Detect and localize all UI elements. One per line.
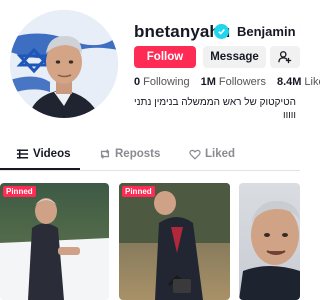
bio-line: ווווו	[283, 110, 296, 121]
video-thumbnail-image	[239, 201, 300, 300]
message-button[interactable]: Message	[203, 46, 266, 68]
add-user-icon	[278, 51, 292, 64]
following-count: 0	[134, 76, 141, 88]
tab-reposts[interactable]: Reposts	[99, 148, 160, 160]
followers-label[interactable]: Followers	[219, 76, 266, 88]
tab-label: Videos	[33, 148, 71, 160]
likes-count: 8.4M	[276, 76, 302, 88]
pinned-badge: Pinned	[3, 186, 36, 197]
tab-label: Reposts	[115, 148, 161, 160]
likes-label: Likes	[304, 76, 320, 88]
video-grid: Pinned Pinned	[0, 183, 300, 300]
profile-tabs: Videos Reposts Liked	[0, 146, 300, 171]
pinned-badge: Pinned	[122, 186, 155, 197]
tab-liked[interactable]: Liked	[189, 148, 235, 160]
following-label[interactable]: Following	[143, 76, 189, 88]
heart-icon	[189, 149, 201, 160]
avatar[interactable]	[10, 10, 118, 118]
video-thumbnail[interactable]	[239, 183, 300, 300]
display-name: Benjamin Netanyahu	[237, 24, 300, 39]
video-thumbnail[interactable]: Pinned	[0, 183, 109, 300]
profile-header: bnetanyahu Benjamin Netanyahu Follow Mes…	[0, 0, 320, 140]
follow-button[interactable]: Follow	[134, 46, 196, 68]
followers-count: 1M	[200, 76, 216, 88]
avatar-image	[10, 10, 118, 118]
bio-line: הטיקטוק של ראש הממשלה בנימין נתניהו -	[134, 97, 296, 108]
add-friend-button[interactable]	[270, 46, 300, 68]
video-thumbnail-image	[119, 183, 230, 300]
active-tab-indicator	[0, 168, 80, 170]
bio: הטיקטוק של ראש הממשלה בנימין נתניהו - וו…	[134, 96, 296, 122]
video-thumbnail-image	[0, 198, 109, 300]
profile-stats: 0Following 1MFollowers 8.4MLikes	[134, 76, 320, 88]
video-thumbnail[interactable]: Pinned	[119, 183, 230, 300]
grid-lines-icon	[16, 149, 29, 159]
verified-badge-icon	[214, 24, 229, 39]
tab-label: Liked	[205, 148, 236, 160]
tab-videos[interactable]: Videos	[16, 148, 71, 160]
repost-icon	[100, 149, 110, 159]
